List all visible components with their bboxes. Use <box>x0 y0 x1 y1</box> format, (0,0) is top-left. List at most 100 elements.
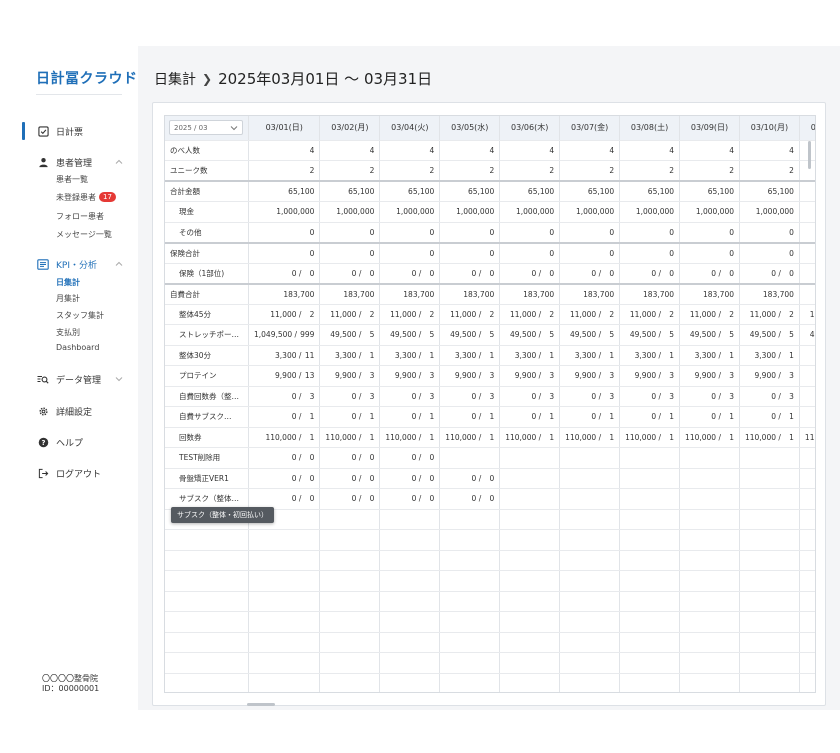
clinic-id: ID：00000001 <box>42 684 100 693</box>
cell-count: 3 <box>429 391 435 401</box>
cell-count: 0 <box>309 453 315 463</box>
cell-amount: 49,500 / <box>629 330 662 340</box>
nav-item-daily[interactable]: 日計票 <box>36 124 83 138</box>
table-cell: 11,000 / 2 <box>619 304 681 325</box>
cell-count: 3 <box>669 371 675 381</box>
empty-cell <box>499 591 561 612</box>
date-header: 03/11(火) <box>799 116 815 141</box>
empty-cell <box>619 591 681 612</box>
sub-item-staff-summary[interactable]: スタッフ集計 <box>56 310 104 321</box>
table-cell: 9,900 / 3 <box>619 365 681 387</box>
sub-item-daily-summary[interactable]: 日集計 <box>56 277 80 288</box>
table-row: のべ人数 4 4 4 4 4 4 4 4 4 <box>165 140 815 161</box>
date-header: 03/02(月) <box>319 116 381 141</box>
table-cell: 2 <box>559 160 621 182</box>
cell-count: 1 <box>609 350 615 360</box>
horizontal-scrollbar[interactable] <box>247 703 275 706</box>
table-cell: 110,000 / 1 <box>439 427 501 448</box>
table-cell: 0 / 3 <box>679 386 740 407</box>
table-row: 整体30分 3,300 /11 3,300 /1 3,300 /1 3,300 /1 3,… <box>165 345 815 366</box>
breadcrumb-parent[interactable]: 日集計 <box>154 69 196 89</box>
cell-amount: 3,300 / <box>334 350 362 360</box>
table-cell: 0 / 3 <box>248 386 321 407</box>
sub-item-patient-list[interactable]: 患者一覧 <box>56 174 88 185</box>
cell-count: 2 <box>429 309 435 319</box>
cell-amount: 110,000 / <box>505 432 542 442</box>
cell-count: 1 <box>789 432 794 442</box>
cell-amount: 9,900 / <box>334 371 362 381</box>
table-cell: 3,300 / 1 <box>679 345 740 366</box>
month-select[interactable]: 2025 / 03 <box>169 120 243 136</box>
table-cell: 0 / 3 <box>319 386 381 407</box>
vertical-scrollbar[interactable] <box>808 141 811 169</box>
nav-label-settings: 詳細設定 <box>56 407 93 418</box>
cell-amount: 3,300 / <box>275 350 302 360</box>
date-header: 03/08(土) <box>619 116 681 141</box>
table-row: 整体45分 11,000 /2 11,000 /2 11,000 /2 11,000 /… <box>165 304 815 325</box>
table-cell: 110,000 / 1 <box>619 427 681 448</box>
table-cell <box>619 468 681 489</box>
table-cell: 0 / 0 <box>499 263 561 284</box>
clinic-name: 〇〇〇〇整骨院 <box>42 674 98 683</box>
nav-label-help: ヘルプ <box>56 438 84 449</box>
table-cell: 183,700 <box>619 282 681 305</box>
table-scroll-area[interactable]: 2025 / 03 03/01(日) 03/02(月) 03/04(火) 03/05(… <box>164 115 816 693</box>
cell-count: 2 <box>549 309 555 319</box>
sub-item-payment[interactable]: 支払別 <box>56 327 80 338</box>
cell-amount: 0 / <box>651 391 662 401</box>
cell-count: 0 <box>609 268 615 278</box>
table-cell: 9,900 / 3 <box>499 365 561 387</box>
table-cell: 49,500 / 5 <box>559 324 621 346</box>
chevron-up-icon[interactable] <box>114 259 124 269</box>
empty-cell <box>559 550 621 571</box>
cell-amount: 0 / <box>531 391 542 401</box>
sub-item-unregistered[interactable]: 未登録患者 17 <box>56 192 116 203</box>
cell-count: 0 <box>489 473 495 483</box>
table-cell: 1,000,000 <box>559 201 621 223</box>
cell-count: 2 <box>669 309 675 319</box>
sub-item-messages[interactable]: メッセージ一覧 <box>56 229 112 240</box>
empty-cell <box>499 611 561 633</box>
table-cell: 11,000 / 2 <box>248 304 321 325</box>
table-cell: 49,500 / 5 <box>439 324 501 346</box>
nav-item-data[interactable]: データ管理 <box>36 372 101 386</box>
cell-count: 3 <box>429 371 435 381</box>
nav-item-patients[interactable]: 患者管理 <box>36 155 92 169</box>
table-cell: 1,000,000 <box>619 201 681 223</box>
nav-item-help[interactable]: ? ヘルプ <box>36 435 83 449</box>
chevron-down-icon[interactable] <box>114 374 124 384</box>
table-cell: 0 <box>739 241 800 264</box>
empty-cell <box>679 591 740 612</box>
cell-count: 1 <box>729 412 734 422</box>
empty-row <box>165 611 815 633</box>
nav-item-kpi[interactable]: KPI・分析 <box>36 257 97 271</box>
cell-amount: 0 / <box>471 412 482 422</box>
cell-count: 1 <box>429 412 435 422</box>
sub-item-monthly-summary[interactable]: 月集計 <box>56 293 80 304</box>
table-row: 回数券 110,000 /1 110,000 /1 110,000 /1 110,000… <box>165 427 815 448</box>
empty-cell <box>619 529 681 551</box>
nav-item-logout[interactable]: ログアウト <box>36 466 101 480</box>
table-row: ユニーク数 2 2 2 2 2 2 2 2 2 <box>165 160 815 182</box>
cell-count: 3 <box>789 371 794 381</box>
nav-item-settings[interactable]: 詳細設定 <box>36 404 92 418</box>
cell-count: 5 <box>669 330 675 340</box>
table-cell: 65,100 <box>379 180 441 202</box>
date-header: 03/01(日) <box>248 116 321 141</box>
table-cell: 4 <box>248 140 321 161</box>
table-cell: 0 / 0 <box>439 488 501 510</box>
sub-item-dashboard[interactable]: Dashboard <box>56 343 99 352</box>
table-cell <box>439 447 501 469</box>
table-cell: 0 / 0 <box>248 263 321 284</box>
table-cell <box>559 488 621 510</box>
empty-cell <box>439 570 501 592</box>
table-cell: 4 <box>679 140 740 161</box>
cell-count: 0 <box>369 494 375 504</box>
app-logo[interactable]: 日計冨クラウド <box>36 68 138 88</box>
sub-item-follow[interactable]: フォロー患者 <box>56 211 104 222</box>
table-cell: 0 / 3 <box>379 386 441 407</box>
table-cell: 0 / 1 <box>559 406 621 428</box>
chevron-up-icon[interactable] <box>114 157 124 167</box>
table-cell: 0 / 0 <box>319 263 381 284</box>
table-cell: 0 <box>499 222 561 243</box>
